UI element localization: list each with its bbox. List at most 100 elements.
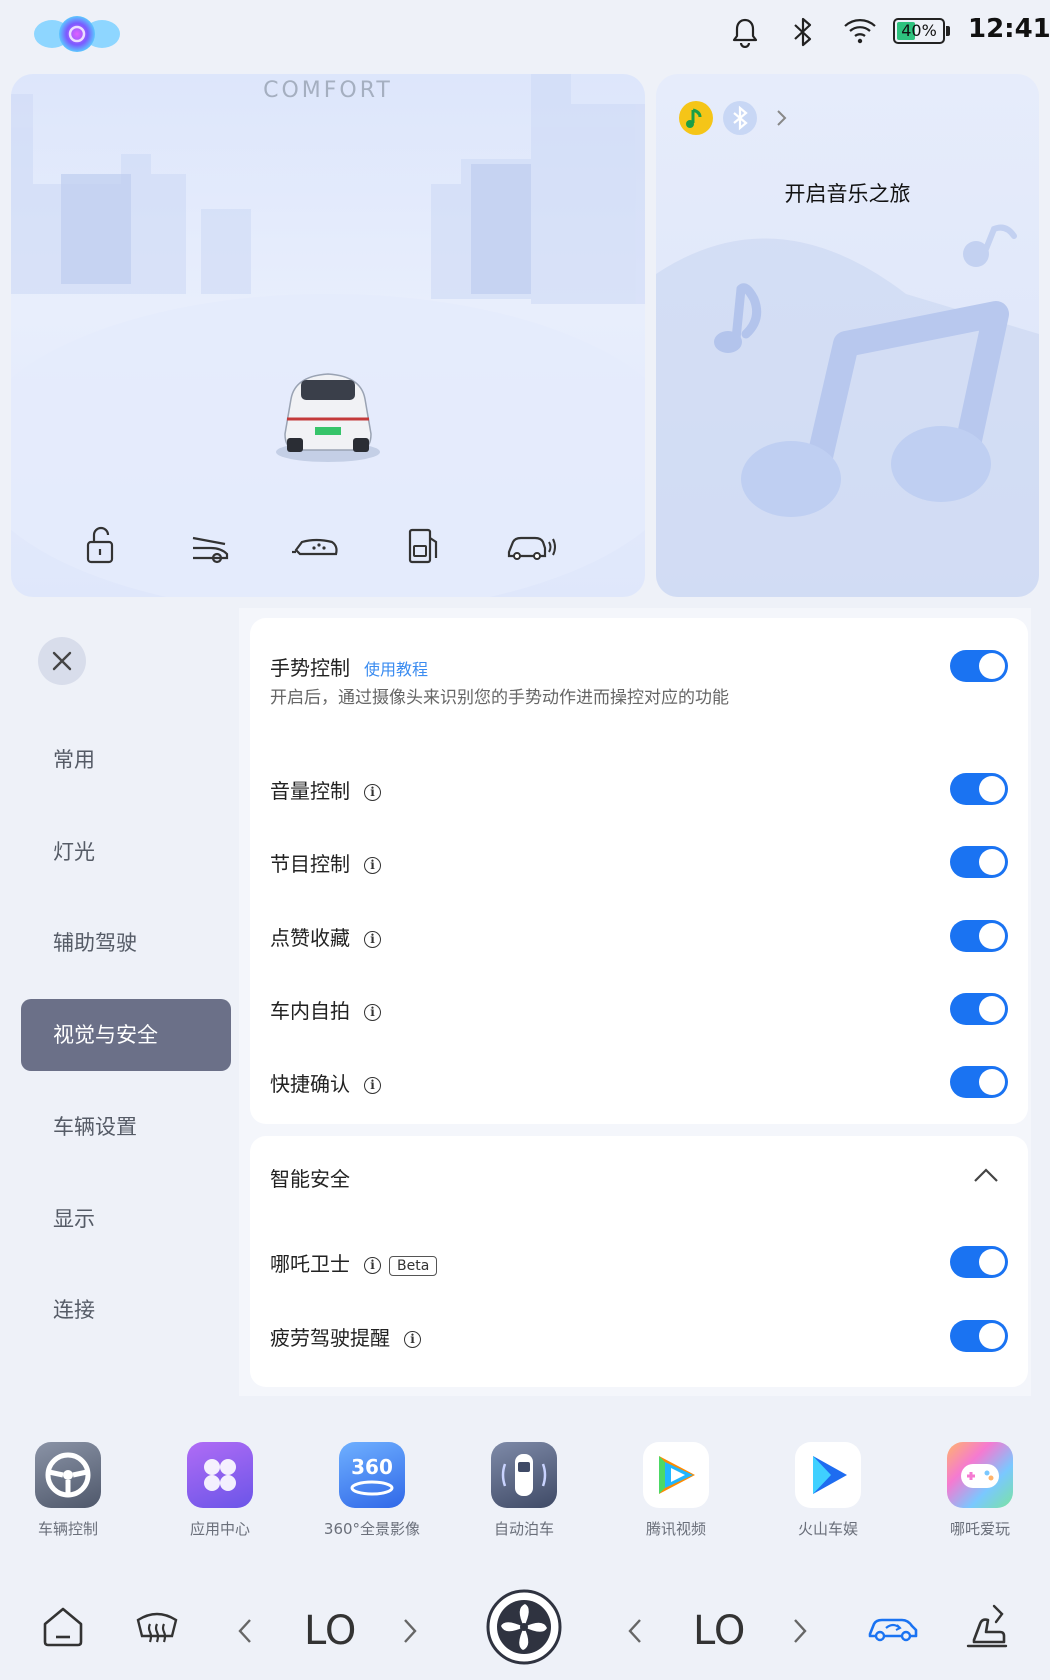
setting-label: 节目控制 [270, 852, 350, 876]
info-icon[interactable]: i [364, 784, 381, 801]
nav-item-display[interactable]: 显示 [21, 1183, 231, 1255]
bluetooth-icon[interactable] [790, 16, 816, 48]
assistant-logo-icon[interactable] [32, 12, 122, 56]
drive-mode-label: COMFORT [263, 78, 393, 103]
seat-heating-icon[interactable] [964, 1600, 1010, 1654]
app-label: 哪吒爱玩 [949, 1520, 1010, 1538]
setting-row: 哪吒卫士 i Beta [270, 1248, 438, 1277]
clock: 12:41 [968, 14, 1050, 44]
close-icon [52, 651, 72, 671]
setting-label: 点赞收藏 [270, 926, 350, 950]
info-icon[interactable]: i [404, 1331, 421, 1348]
nav-item-lights[interactable]: 灯光 [21, 816, 231, 888]
neta-guard-toggle[interactable] [950, 1246, 1008, 1278]
setting-row: 音量控制 i [270, 775, 381, 804]
beta-badge: Beta [389, 1255, 438, 1276]
gamepad-icon [947, 1442, 1013, 1508]
vehicle-controls [11, 514, 645, 574]
steering-wheel-icon [35, 1442, 101, 1508]
vehicle-card[interactable]: COMFORT [11, 74, 645, 597]
left-temperature[interactable]: LO [304, 1608, 356, 1654]
app-label: 应用中心 [189, 1520, 250, 1538]
app-neta-play[interactable]: 哪吒爱玩 [915, 1442, 1045, 1539]
svg-text:360: 360 [351, 1455, 393, 1479]
setting-label: 快捷确认 [270, 1072, 350, 1096]
app-grid-icon [187, 1442, 253, 1508]
fuel-door-icon[interactable] [394, 514, 454, 574]
setting-row: 节目控制 i [270, 848, 381, 877]
setting-label: 疲劳驾驶提醒 [270, 1326, 390, 1350]
collapse-chevron-icon[interactable] [972, 1164, 1000, 1192]
app-dock: 车辆控制 应用中心 360 360°全景影像 自动泊车 腾讯视频 火山车娱 哪吒… [0, 1420, 1050, 1560]
setting-label: 音量控制 [270, 779, 350, 803]
music-note-art [656, 224, 1039, 597]
wifi-icon[interactable] [842, 16, 878, 46]
app-vehicle-control[interactable]: 车辆控制 [3, 1442, 133, 1539]
fatigue-alert-toggle[interactable] [950, 1320, 1008, 1352]
app-label: 自动泊车 [493, 1520, 554, 1538]
trunk-icon[interactable] [181, 514, 241, 574]
info-icon[interactable]: i [364, 1004, 381, 1021]
setting-row: 快捷确认 i [270, 1068, 381, 1097]
unlock-icon[interactable] [73, 514, 133, 574]
right-temp-decrease-icon[interactable] [625, 1608, 645, 1663]
setting-row: 车内自拍 i [270, 995, 381, 1024]
app-label: 火山车娱 [797, 1520, 858, 1538]
fan-button[interactable] [485, 1588, 563, 1670]
headlight-icon[interactable] [286, 514, 346, 574]
left-temp-decrease-icon[interactable] [235, 1608, 255, 1663]
volume-control-toggle[interactable] [950, 773, 1008, 805]
app-label: 腾讯视频 [645, 1520, 706, 1538]
camera-360-icon: 360 [339, 1442, 405, 1508]
info-icon[interactable]: i [364, 1257, 381, 1274]
music-card[interactable]: 开启音乐之旅 [656, 74, 1039, 597]
right-temp-increase-icon[interactable] [790, 1608, 810, 1663]
battery-percent: 40% [901, 21, 937, 40]
setting-label: 车内自拍 [270, 999, 350, 1023]
car-image [276, 373, 380, 462]
music-prompt: 开启音乐之旅 [784, 182, 911, 206]
gesture-description: 开启后，通过摄像头来识别您的手势动作进而操控对应的功能 [270, 688, 729, 708]
setting-row: 点赞收藏 i [270, 922, 381, 951]
auto-parking-icon [491, 1442, 557, 1508]
right-temperature[interactable]: LO [693, 1608, 745, 1654]
gesture-toggle[interactable] [950, 650, 1008, 682]
app-360-camera[interactable]: 360 360°全景影像 [307, 1442, 437, 1539]
gesture-row: 手势控制 使用教程 [270, 652, 428, 681]
music-source-switcher[interactable] [678, 98, 818, 138]
app-volcano-entertainment[interactable]: 火山车娱 [763, 1442, 893, 1539]
nav-item-assisted-driving[interactable]: 辅助驾驶 [21, 907, 231, 979]
info-icon[interactable]: i [364, 1077, 381, 1094]
battery-icon: 40% [893, 18, 953, 46]
like-favorite-toggle[interactable] [950, 920, 1008, 952]
volcano-play-icon [795, 1442, 861, 1508]
nav-item-connection[interactable]: 连接 [21, 1274, 231, 1346]
bell-icon[interactable] [730, 16, 760, 49]
rear-defrost-icon[interactable] [132, 1604, 182, 1654]
quick-confirm-toggle[interactable] [950, 1066, 1008, 1098]
left-temp-increase-icon[interactable] [400, 1608, 420, 1663]
info-icon[interactable]: i [364, 857, 381, 874]
smart-safety-title: 智能安全 [270, 1167, 350, 1191]
app-label: 360°全景影像 [323, 1520, 421, 1538]
gesture-title: 手势控制 [270, 656, 350, 680]
close-button[interactable] [38, 637, 86, 685]
nav-item-vision-safety[interactable]: 视觉与安全 [21, 999, 231, 1071]
nav-item-common[interactable]: 常用 [21, 724, 231, 796]
find-car-icon[interactable] [501, 514, 561, 574]
setting-row: 疲劳驾驶提醒 i [270, 1322, 421, 1351]
program-control-toggle[interactable] [950, 846, 1008, 878]
app-label: 车辆控制 [37, 1520, 98, 1538]
app-app-center[interactable]: 应用中心 [155, 1442, 285, 1539]
nav-item-vehicle-settings[interactable]: 车辆设置 [21, 1091, 231, 1163]
car-recirculation-icon[interactable] [866, 1608, 920, 1652]
tencent-video-icon [643, 1442, 709, 1508]
setting-label: 哪吒卫士 [270, 1252, 350, 1276]
app-tencent-video[interactable]: 腾讯视频 [611, 1442, 741, 1539]
home-icon[interactable] [40, 1604, 86, 1654]
in-car-selfie-toggle[interactable] [950, 993, 1008, 1025]
tutorial-link[interactable]: 使用教程 [364, 660, 428, 679]
app-auto-parking[interactable]: 自动泊车 [459, 1442, 589, 1539]
info-icon[interactable]: i [364, 931, 381, 948]
fan-icon [486, 1589, 562, 1665]
